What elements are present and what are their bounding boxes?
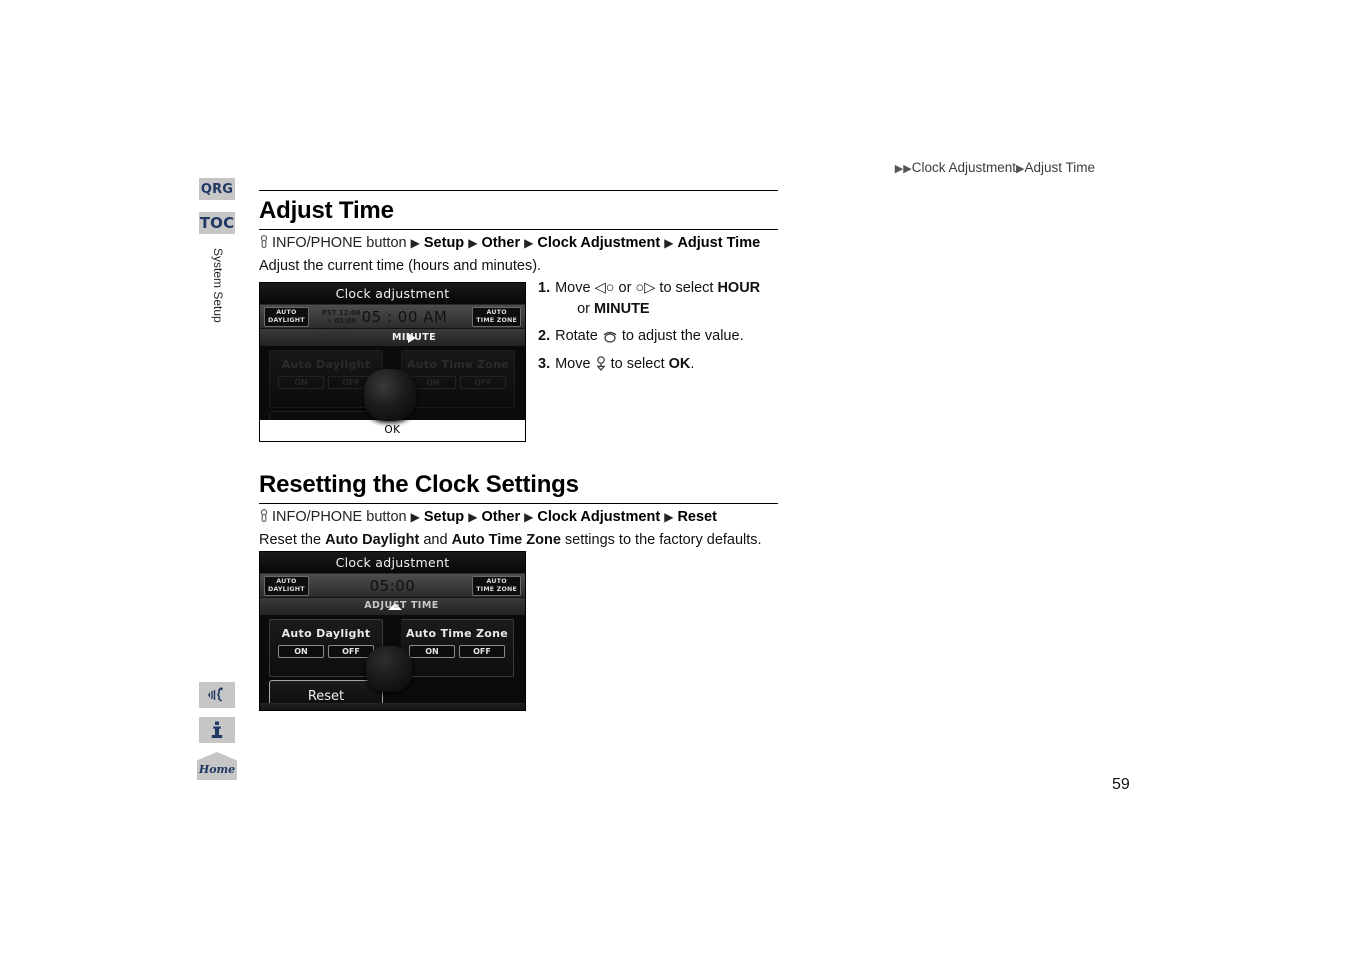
auto-timezone-off-button[interactable]: OFF: [459, 645, 505, 658]
chapter-label: System Setup: [199, 248, 235, 328]
path-arrow: ▶: [524, 236, 534, 250]
title-underline-2: [259, 503, 778, 504]
menu-path-step-other-2: Other: [481, 509, 521, 525]
desc-bold-auto-time-zone: Auto Time Zone: [451, 532, 561, 548]
desc-bold-auto-daylight: Auto Daylight: [325, 532, 420, 548]
auto-timezone-badge-2[interactable]: AUTO TIME ZONE: [472, 575, 521, 596]
hour-label[interactable]: HOUR: [318, 332, 351, 343]
left-stick-icon: ◁○: [594, 280, 615, 296]
navi-title-2: Clock adjustment: [260, 552, 525, 574]
title-underline: [259, 229, 778, 230]
navi-ok-footer: OK: [260, 410, 525, 441]
page-title: Adjust Time: [259, 197, 394, 224]
interface-dial-knob[interactable]: [364, 369, 416, 421]
step-item-1: 1. Move ◁○ or ○▷ to select HOUR or MINUT…: [538, 278, 838, 319]
dimmed-auto-timezone-label: Auto Time Zone: [406, 358, 510, 371]
dimmed-on-button: ON: [278, 376, 324, 389]
step-item-2: 2. Rotate to adjust the value.: [538, 326, 838, 347]
content-column: Adjust Time INFO/PHONE button ▶ Setup ▶ …: [259, 190, 1097, 282]
side-rail: QRG TOC: [199, 178, 237, 234]
breadcrumb-item-clock-adjustment: Clock Adjustment: [911, 160, 1016, 175]
home-icon[interactable]: Home: [197, 752, 237, 780]
dimmed-off-button: OFF: [460, 376, 506, 389]
path-arrow: ▶: [524, 510, 534, 524]
path-arrow: ▶: [410, 236, 420, 250]
navi-body-2: Auto Daylight ON OFF Auto Time Zone ON O…: [260, 616, 525, 710]
dimmed-auto-timezone-panel: Auto Time Zone ON OFF: [401, 350, 515, 408]
toc-tab[interactable]: TOC: [199, 212, 235, 234]
section-description-adjust-time: Adjust the current time (hours and minut…: [259, 258, 542, 274]
path-arrow: ▶: [468, 236, 478, 250]
menu-path-step-clock-adjustment: Clock Adjustment: [537, 235, 661, 251]
dimmed-auto-daylight-label: Auto Daylight: [281, 358, 371, 371]
breadcrumb: ▶▶Clock Adjustment▶Adjust Time: [895, 160, 1095, 175]
voice-command-icon[interactable]: [199, 682, 235, 708]
menu-path-step-other: Other: [481, 235, 521, 251]
menu-path-step-setup: Setup: [423, 235, 465, 251]
step-number: 2.: [538, 328, 551, 345]
knob-button-icon: [260, 509, 268, 522]
menu-path-prefix-2: INFO/PHONE button: [272, 509, 407, 525]
navi-screenshot-reset: Clock adjustment AUTO DAYLIGHT 05:00 AUTO…: [259, 551, 526, 711]
minute-label[interactable]: MINUTE: [392, 332, 436, 343]
page-number: 59: [1112, 776, 1130, 793]
step-text: Rotate to adjust the value.: [555, 328, 744, 345]
step-number: 1.: [538, 280, 551, 296]
section-title-resetting: Resetting the Clock Settings: [259, 471, 579, 498]
menu-path-step-clock-adjustment-2: Clock Adjustment: [537, 509, 661, 525]
home-icon-label: Home: [198, 763, 236, 776]
chapter-label-text: System Setup: [211, 248, 225, 323]
down-stick-icon: [596, 355, 606, 371]
rotate-knob-icon: [603, 332, 617, 343]
adjust-time-label[interactable]: ADJUST TIME: [260, 600, 525, 611]
menu-path-prefix: INFO/PHONE button: [272, 235, 407, 251]
auto-timezone-on-button[interactable]: ON: [409, 645, 455, 658]
info-icon[interactable]: [199, 717, 235, 743]
auto-timezone-panel: Auto Time Zone ON OFF: [401, 619, 514, 677]
step-text: Move to select OK.: [555, 355, 695, 372]
section-description-resetting: Reset the Auto Daylight and Auto Time Zo…: [259, 532, 762, 548]
navi-bottom-strip: [260, 703, 525, 710]
knob-button-icon: [260, 235, 268, 248]
menu-path-step-adjust-time: Adjust Time: [677, 235, 761, 251]
steps-list: 1. Move ◁○ or ○▷ to select HOUR or MINUT…: [538, 278, 838, 381]
content-column-2: Resetting the Clock Settings INFO/PHONE …: [259, 465, 1097, 556]
path-arrow: ▶: [468, 510, 478, 524]
navi-hour-minute-bar: HOUR MINUTE: [260, 329, 525, 347]
navi-title: Clock adjustment: [260, 283, 525, 305]
step-bold-minute: MINUTE: [594, 300, 650, 317]
menu-path-adjust-time: INFO/PHONE button ▶ Setup ▶ Other ▶ Cloc…: [259, 235, 1097, 251]
step-bold-hour: HOUR: [717, 280, 761, 296]
step-bold-ok: OK: [668, 355, 691, 372]
navi-adjust-time-bar[interactable]: ADJUST TIME: [260, 598, 525, 616]
qrg-tab[interactable]: QRG: [199, 178, 235, 200]
navi-timebar: AUTO DAYLIGHT PST 12:00 + 05:00 05 : 00 AM…: [260, 305, 525, 329]
navi-screenshot-adjust-time: Clock adjustment AUTO DAYLIGHT PST 12:00 +…: [259, 282, 526, 442]
path-arrow: ▶: [664, 236, 674, 250]
navi-timebar-2: AUTO DAYLIGHT 05:00 AUTO TIME ZONE: [260, 574, 525, 598]
path-arrow: ▶: [664, 510, 674, 524]
auto-timezone-label: Auto Time Zone: [405, 627, 509, 640]
bottom-icon-group: Home: [197, 682, 237, 780]
right-stick-icon: ○▷: [635, 280, 656, 296]
step-text: Move ◁○ or ○▷ to select HOUR or MINUTE: [555, 280, 761, 317]
path-arrow: ▶: [410, 510, 420, 524]
menu-path-step-reset: Reset: [677, 509, 717, 525]
interface-dial-knob-2[interactable]: [366, 646, 412, 692]
auto-timezone-badge[interactable]: AUTO TIME ZONE: [472, 306, 521, 327]
menu-path-reset: INFO/PHONE button ▶ Setup ▶ Other ▶ Cloc…: [259, 509, 1097, 525]
auto-daylight-on-button[interactable]: ON: [278, 645, 324, 658]
breadcrumb-item-adjust-time: Adjust Time: [1024, 160, 1095, 175]
section-rule-top: [259, 190, 778, 191]
auto-daylight-label: Auto Daylight: [281, 627, 371, 640]
menu-path-step-setup-2: Setup: [423, 509, 465, 525]
step-item-3: 3. Move to select OK.: [538, 354, 838, 375]
breadcrumb-marker: ▶▶: [894, 163, 912, 175]
step-number: 3.: [538, 355, 551, 372]
ok-label[interactable]: OK: [260, 420, 525, 440]
dimmed-on-button: ON: [410, 376, 456, 389]
